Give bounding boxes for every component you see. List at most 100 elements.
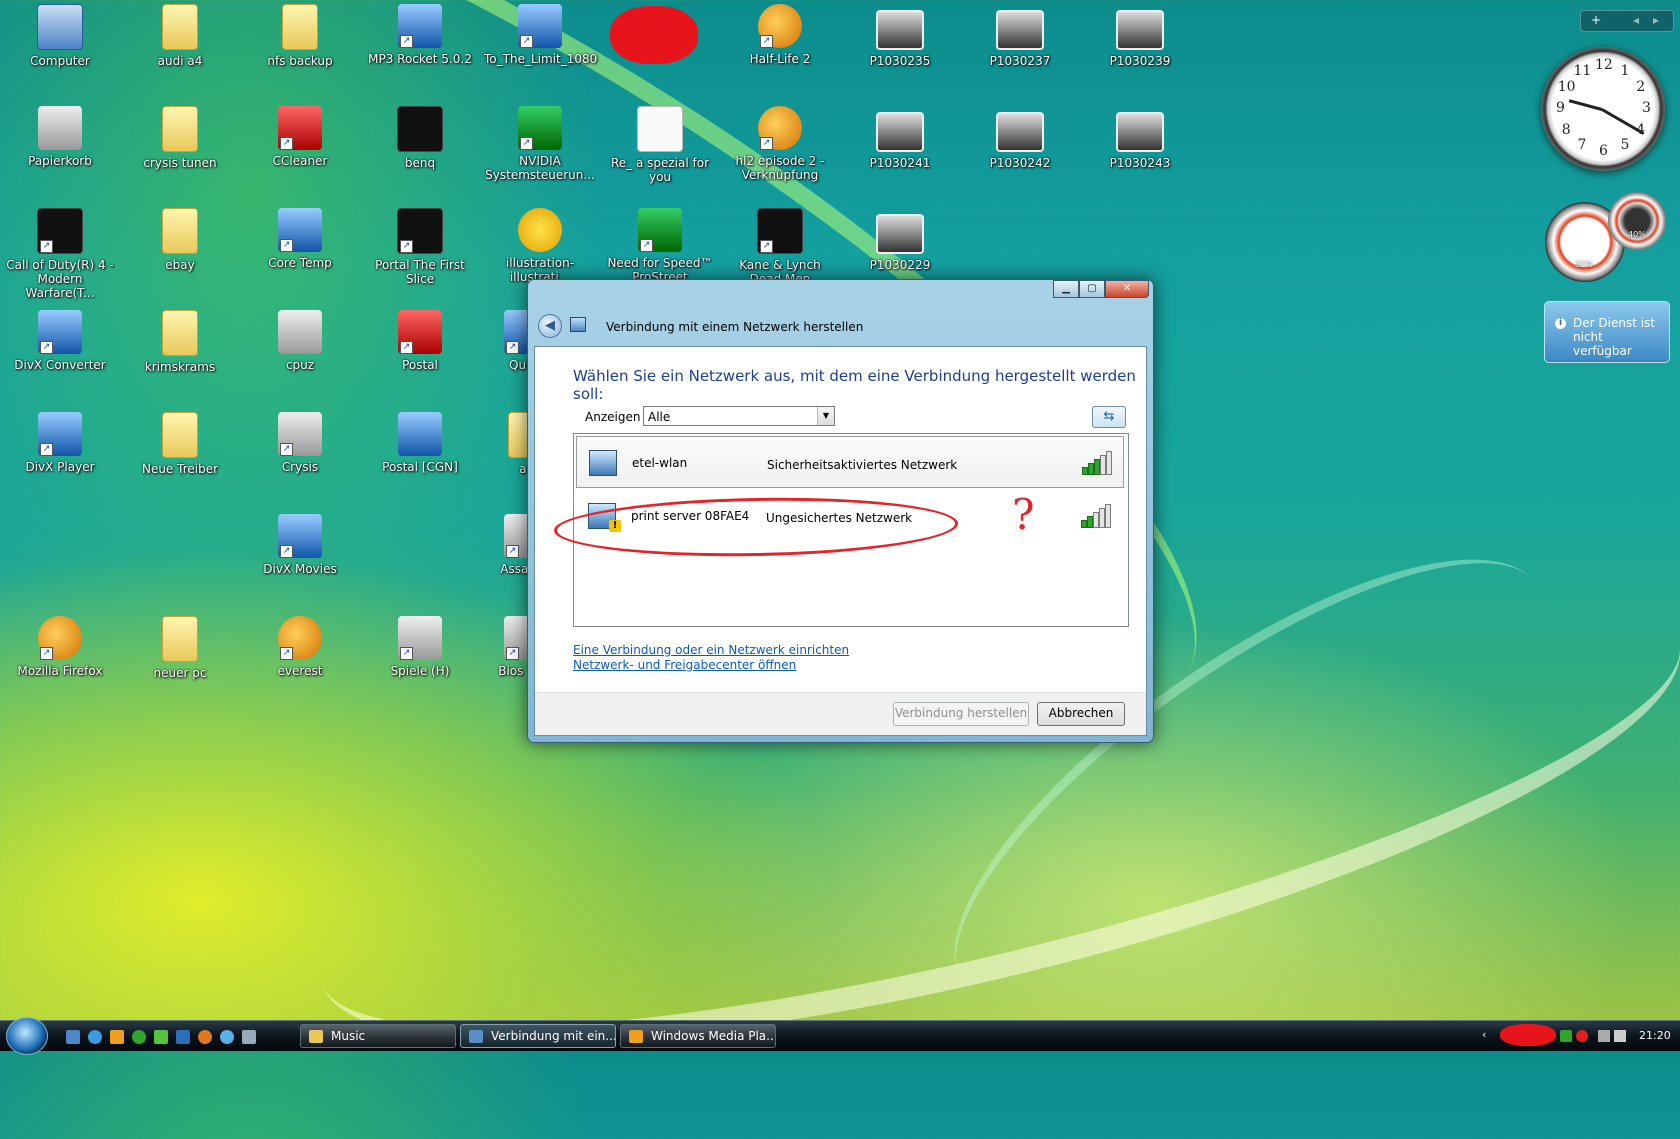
desktop-shortcut[interactable]: ↗ To_The_Limit_1080	[484, 4, 597, 66]
clock-gadget[interactable]: 12 1 2 3 4 5 6 7 8 9 10 11	[1541, 47, 1665, 171]
tray-icon[interactable]	[1576, 1030, 1588, 1042]
media-player-icon[interactable]	[110, 1030, 124, 1044]
quick-launch-icon[interactable]	[154, 1030, 168, 1044]
desktop-shortcut[interactable]: Papierkorb	[4, 106, 116, 168]
desktop-shortcut[interactable]: ↗ Mozilla Firefox	[4, 616, 116, 678]
desktop-shortcut[interactable]: P1030243	[1084, 106, 1196, 170]
minimize-button[interactable]: ▁	[1053, 280, 1079, 298]
setup-connection-link[interactable]: Eine Verbindung oder ein Netzwerk einric…	[573, 643, 849, 658]
shortcut-arrow-icon: ↗	[40, 240, 53, 253]
network-center-link[interactable]: Netzwerk- und Freigabecenter öffnen	[573, 658, 849, 673]
connect-button[interactable]: Verbindung herstellen	[893, 702, 1029, 726]
taskbar-task-button[interactable]: Windows Media Pla...	[620, 1024, 776, 1048]
desktop-shortcut[interactable]: illustration-illustrati...	[484, 208, 596, 284]
memory-percent: 40%	[1628, 230, 1646, 239]
desktop-shortcut[interactable]: benq	[364, 106, 476, 170]
tray-icon[interactable]	[1560, 1030, 1572, 1042]
desktop-shortcut[interactable]: crysis tunen	[124, 106, 236, 170]
desktop-shortcut[interactable]: ↗ Postal	[364, 310, 476, 372]
back-button[interactable]: ◀	[538, 314, 562, 338]
desktop-shortcut-label: Half-Life 2	[749, 52, 811, 66]
memory-meter-gadget[interactable]: 40%	[1608, 192, 1666, 250]
network-list-item[interactable]: etel-wlan Sicherheitsaktiviertes Netzwerk	[576, 436, 1124, 488]
network-security-type: Sicherheitsaktiviertes Netzwerk	[767, 458, 958, 472]
clock-numeral: 12	[1595, 57, 1613, 73]
desktop-shortcut[interactable]: ↗ Core Temp	[244, 208, 356, 270]
quick-launch-icon[interactable]	[132, 1030, 146, 1044]
desktop-shortcut[interactable]: ebay	[124, 208, 236, 272]
quick-launch-icon[interactable]	[242, 1030, 256, 1044]
desktop-shortcut-label: benq	[404, 156, 436, 170]
desktop-shortcut-label: audi a4	[157, 54, 203, 68]
desktop-shortcut[interactable]: Computer	[4, 4, 116, 68]
dialog-heading: Wählen Sie ein Netzwerk aus, mit dem ein…	[573, 367, 1136, 403]
desktop-shortcut[interactable]: audi a4	[124, 4, 236, 68]
desktop-shortcut[interactable]: ↗ MP3 Rocket 5.0.2	[364, 4, 476, 66]
add-gadget-button[interactable]: +	[1591, 11, 1601, 30]
signal-bar	[1106, 451, 1112, 475]
desktop-shortcut[interactable]: ↗ Need for Speed™ ProStreet	[604, 208, 716, 284]
show-desktop-icon[interactable]	[66, 1030, 80, 1044]
desktop-shortcut-label: hl2 episode 2 - Verknüpfung	[735, 154, 825, 182]
previous-gadget-page-button[interactable]: ◂	[1633, 11, 1639, 30]
signal-bar	[1105, 504, 1111, 528]
desktop-shortcut[interactable]: ↗ CCleaner	[244, 106, 356, 168]
refresh-button[interactable]: ⇆	[1092, 406, 1126, 428]
folder-icon	[162, 616, 198, 662]
desktop-shortcut[interactable]: ↗ hl2 episode 2 - Verknüpfung	[724, 106, 836, 182]
desktop-shortcut[interactable]: neuer pc	[124, 616, 236, 680]
connect-network-dialog: ▁ ▢ ✕ ◀ Verbindung mit einem Netzwerk he…	[527, 279, 1154, 743]
tray-icon[interactable]	[1598, 1030, 1610, 1042]
shortcut-arrow-icon: ↗	[40, 443, 53, 456]
sidebar-toolbar: + ◂ ▸	[1580, 10, 1674, 32]
internet-explorer-icon[interactable]	[88, 1030, 102, 1044]
desktop-shortcut[interactable]: krimskrams	[124, 310, 236, 374]
desktop-shortcut[interactable]: P1030229	[844, 208, 956, 272]
desktop-shortcut[interactable]: ↗ Spiele (H)	[364, 616, 476, 678]
desktop-shortcut[interactable]: P1030241	[844, 106, 956, 170]
maximize-button[interactable]: ▢	[1079, 280, 1105, 298]
start-button[interactable]	[6, 1017, 48, 1055]
desktop-shortcut[interactable]: Re_ a spezial for you	[604, 106, 716, 184]
desktop-shortcut[interactable]: P1030242	[964, 106, 1076, 170]
desktop-shortcut[interactable]: P1030239	[1084, 4, 1196, 68]
desktop-shortcut[interactable]: ↗ NVIDIA Systemsteuerun...	[484, 106, 596, 182]
desktop-shortcut[interactable]: P1030237	[964, 4, 1076, 68]
search-icon[interactable]	[220, 1030, 234, 1044]
desktop-shortcut-label: P1030237	[989, 54, 1051, 68]
system-tray[interactable]: ‹	[1482, 1028, 1486, 1041]
shortcut-arrow-icon: ↗	[400, 240, 413, 253]
redaction-scribble	[610, 6, 698, 64]
folder-icon	[162, 106, 198, 152]
close-button[interactable]: ✕	[1105, 280, 1149, 298]
desktop-shortcut[interactable]: nfs backup	[244, 4, 356, 68]
desktop-shortcut[interactable]: Neue Treiber	[124, 412, 236, 476]
desktop-shortcut[interactable]: ↗ Portal The First Slice	[364, 208, 476, 286]
taskbar-task-button[interactable]: Verbindung mit ein...	[460, 1024, 616, 1048]
network-list[interactable]: print server 08FAE4Ungesichertes Netzwer…	[553, 433, 1129, 627]
firefox-icon[interactable]	[198, 1030, 212, 1044]
desktop-shortcut[interactable]: Postal [CGN]	[364, 412, 476, 474]
desktop-shortcut[interactable]: ↗ DivX Player	[4, 412, 116, 474]
show-filter-dropdown[interactable]: Alle ▼	[643, 406, 835, 426]
postal-icon: ↗	[398, 310, 442, 354]
weather-gadget[interactable]: i Der Dienst ist nicht verfügbar	[1544, 301, 1670, 363]
quick-launch-icon[interactable]	[176, 1030, 190, 1044]
show-filter-label: Anzeigen	[585, 410, 641, 424]
desktop-shortcut[interactable]: ↗ Call of Duty(R) 4 - Modern Warfare(T...	[4, 208, 116, 300]
taskbar-clock[interactable]: 21:20	[1639, 1029, 1671, 1042]
desktop-shortcut[interactable]: ↗ Crysis	[244, 412, 356, 474]
desktop-shortcut[interactable]: ↗ Half-Life 2	[724, 4, 836, 66]
desktop-shortcut[interactable]: ↗ DivX Converter	[4, 310, 116, 372]
desktop-shortcut[interactable]: ↗ DivX Movies	[244, 514, 356, 576]
desktop-shortcut[interactable]: cpuz	[244, 310, 356, 372]
desktop-shortcut[interactable]: ↗ everest	[244, 616, 356, 678]
desktop-shortcut-label: Re_ a spezial for you	[610, 156, 710, 184]
next-gadget-page-button[interactable]: ▸	[1653, 11, 1659, 30]
taskbar-task-button[interactable]: Music	[300, 1024, 456, 1048]
desktop-shortcut[interactable]: ↗Kane & Lynch Dead Men	[724, 208, 836, 286]
tray-icon[interactable]	[1614, 1030, 1626, 1042]
shortcut-arrow-icon: ↗	[280, 239, 293, 252]
cancel-button[interactable]: Abbrechen	[1037, 702, 1125, 726]
desktop-shortcut[interactable]: P1030235	[844, 4, 956, 68]
